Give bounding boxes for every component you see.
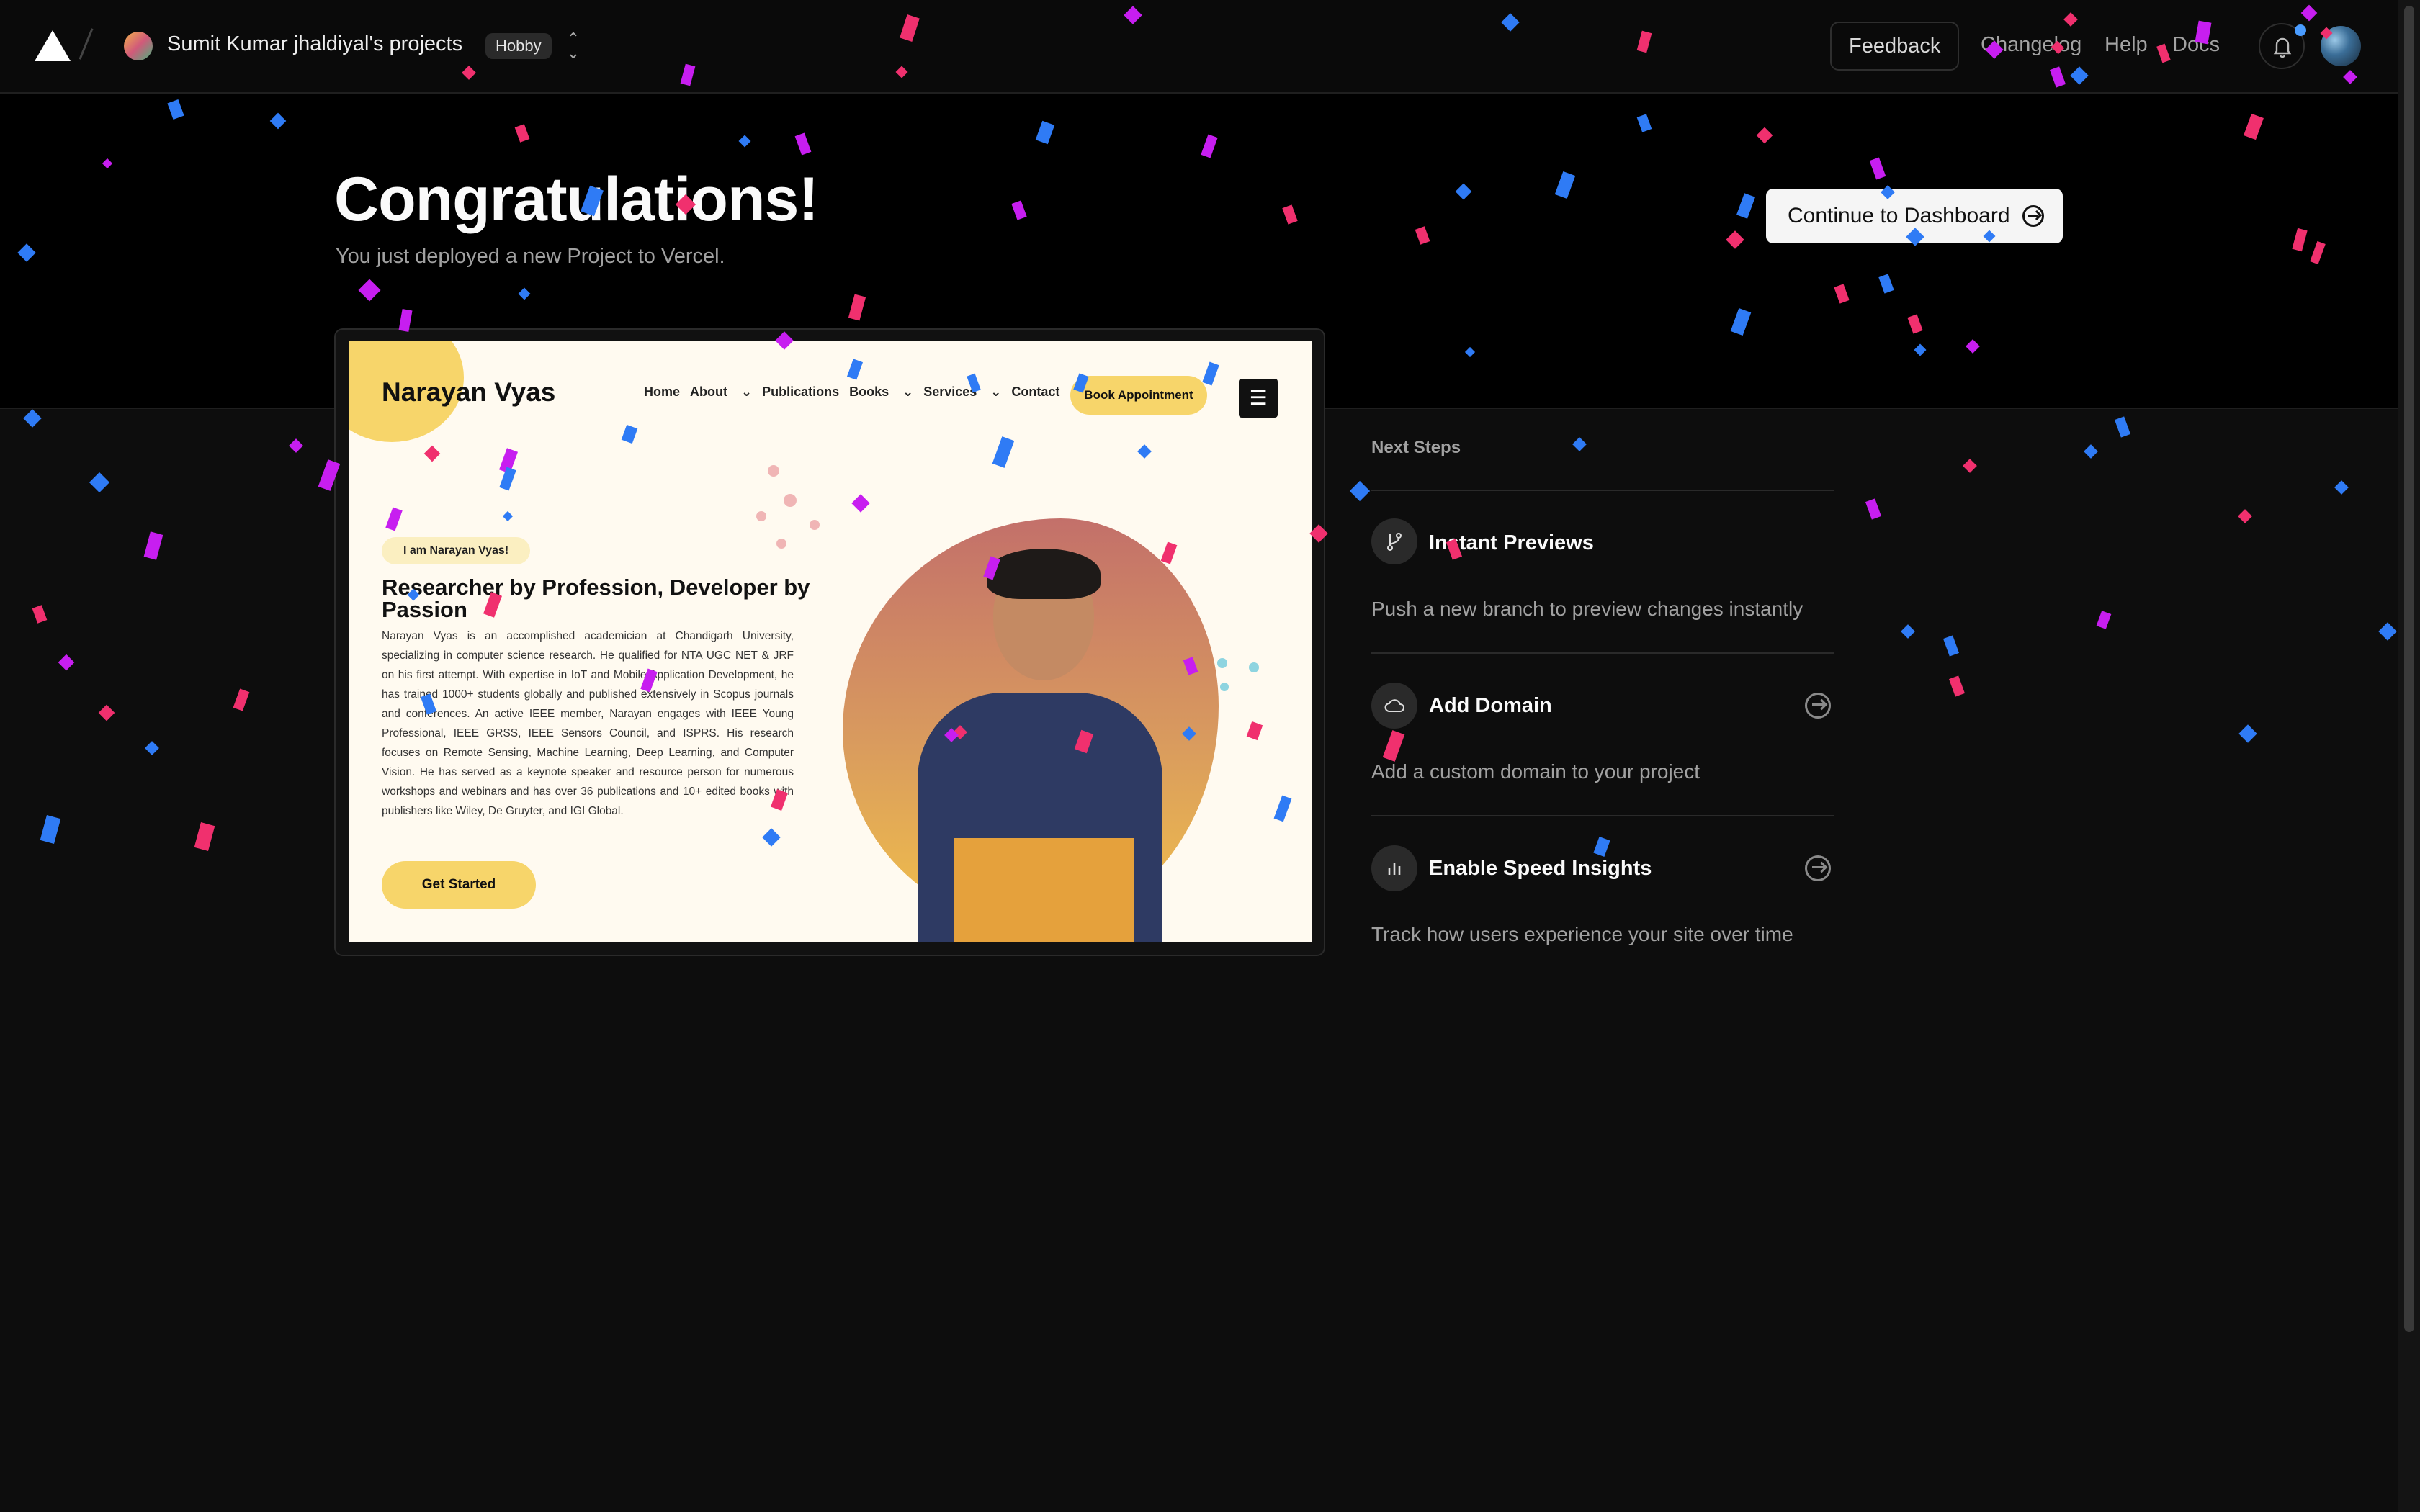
confetti-piece xyxy=(143,531,163,560)
confetti-piece xyxy=(1963,459,1977,473)
site-nav-item: Publications xyxy=(762,384,840,399)
changelog-link[interactable]: Changelog xyxy=(1981,33,2081,57)
step-description: Add a custom domain to your project xyxy=(1371,760,1700,783)
divider xyxy=(1371,652,1834,654)
top-navbar: Sumit Kumar jhaldiyal's projects Hobby ⌃… xyxy=(0,0,2398,94)
feedback-button[interactable]: Feedback xyxy=(1830,22,1960,71)
confetti-piece xyxy=(2238,724,2257,743)
plan-badge: Hobby xyxy=(485,33,552,59)
confetti-piece xyxy=(2114,416,2131,438)
site-cta-button: Get Started xyxy=(382,861,536,909)
confetti-piece xyxy=(194,822,215,851)
decorative-dot xyxy=(784,494,797,507)
confetti-piece xyxy=(145,741,159,755)
confetti-piece xyxy=(98,704,115,721)
team-avatar[interactable] xyxy=(124,32,153,60)
confetti-piece xyxy=(89,472,110,493)
confetti-piece xyxy=(1572,437,1587,451)
scrollbar-thumb[interactable] xyxy=(2404,6,2414,1332)
site-nav-item: About ⌄ xyxy=(690,384,753,399)
team-switcher-chevron-icon[interactable]: ⌃ ⌄ xyxy=(565,31,582,61)
team-name[interactable]: Sumit Kumar jhaldiyal's projects xyxy=(167,32,462,56)
step-add-domain[interactable]: Add Domain xyxy=(1429,694,1552,718)
decorative-dot xyxy=(768,465,779,477)
confetti-piece xyxy=(2238,509,2252,523)
confetti-piece xyxy=(23,409,42,428)
site-book-button: Book Appointment xyxy=(1070,376,1207,415)
decorative-dot xyxy=(810,520,820,530)
confetti-piece xyxy=(1382,730,1405,762)
confetti-piece xyxy=(58,654,75,671)
step-instant-previews[interactable]: Instant Previews xyxy=(1429,531,1594,555)
decorative-dot xyxy=(776,539,786,549)
continue-label: Continue to Dashboard xyxy=(1788,204,2010,228)
confetti-piece xyxy=(2084,444,2098,459)
portrait-hoodie-band xyxy=(954,838,1134,942)
divider xyxy=(1371,490,1834,491)
bar-chart-icon xyxy=(1371,845,1417,891)
page-title: Congratulations! xyxy=(334,165,819,234)
site-intro-pill: I am Narayan Vyas! xyxy=(382,537,531,564)
breadcrumb-separator xyxy=(79,28,94,60)
confetti-piece xyxy=(233,688,250,711)
site-nav-item: Home xyxy=(644,384,681,399)
decorative-dot xyxy=(756,511,766,521)
step-description: Track how users experience your site ove… xyxy=(1371,923,1793,945)
decorative-dot xyxy=(1220,683,1229,691)
confetti-piece xyxy=(1942,635,1960,657)
confetti-piece xyxy=(40,815,61,844)
vercel-logo-icon[interactable] xyxy=(35,30,71,61)
portrait-hair xyxy=(987,549,1101,599)
arrow-circle-right-icon[interactable] xyxy=(1805,693,1831,719)
confetti-piece xyxy=(2096,611,2112,629)
confetti-piece xyxy=(1948,675,1966,697)
git-branch-icon xyxy=(1371,518,1417,564)
deployment-preview-screenshot[interactable]: Narayan Vyas Home About ⌄ Publications Book… xyxy=(349,341,1312,942)
site-nav-item: Services ⌄ xyxy=(923,384,1002,399)
page-subtitle: You just deployed a new Project to Verce… xyxy=(336,245,725,268)
cloud-icon xyxy=(1371,683,1417,729)
decorative-dot xyxy=(1249,662,1259,672)
next-steps-title: Next Steps xyxy=(1371,438,1461,457)
confetti-piece xyxy=(1865,498,1882,520)
site-nav-item: Books ⌄ xyxy=(849,384,914,399)
arrow-circle-right-icon[interactable] xyxy=(1805,855,1831,881)
site-nav-item: Contact xyxy=(1011,384,1060,399)
help-link[interactable]: Help xyxy=(2105,33,2148,57)
confetti-piece xyxy=(2378,622,2397,641)
notification-dot xyxy=(2295,24,2306,36)
continue-to-dashboard-button[interactable]: Continue to Dashboard xyxy=(1766,189,2063,243)
site-brand: Narayan Vyas xyxy=(382,377,556,407)
confetti-piece xyxy=(1349,480,1371,502)
user-avatar[interactable] xyxy=(2321,26,2361,66)
site-menu-icon: ☰ xyxy=(1239,379,1278,418)
step-description: Push a new branch to preview changes ins… xyxy=(1371,598,1803,620)
confetti-piece xyxy=(2334,480,2349,495)
docs-link[interactable]: Docs xyxy=(2172,33,2220,57)
step-enable-speed-insights[interactable]: Enable Speed Insights xyxy=(1429,857,1652,881)
decorative-dot xyxy=(1217,658,1227,668)
confetti-piece xyxy=(1593,836,1610,858)
confetti-piece xyxy=(289,438,303,453)
site-nav: Home About ⌄ Publications Books ⌄ Services ⌄… xyxy=(644,384,1070,400)
confetti-piece xyxy=(32,605,48,624)
bell-icon xyxy=(2273,37,2292,58)
site-heading: Researcher by Profession, Developer by P… xyxy=(382,575,810,622)
divider xyxy=(1371,815,1834,816)
site-body-text: Narayan Vyas is an accomplished academic… xyxy=(382,630,794,817)
confetti-piece xyxy=(1901,624,1915,639)
arrow-circle-right-icon xyxy=(2022,205,2044,227)
